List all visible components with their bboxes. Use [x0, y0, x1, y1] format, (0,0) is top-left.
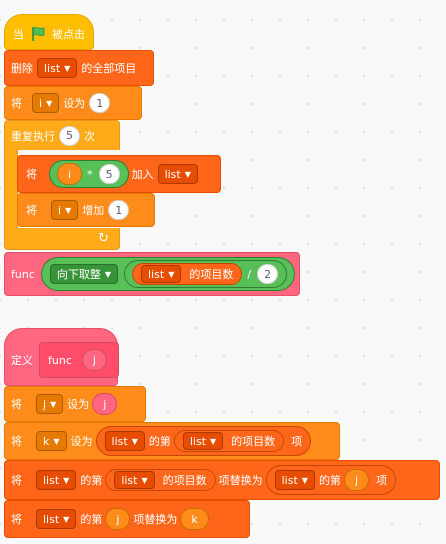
- variable-dropdown[interactable]: i ▼: [51, 200, 79, 220]
- chevron-down-icon: ▼: [104, 269, 112, 279]
- list-dropdown[interactable]: list ▼: [36, 470, 77, 490]
- add-to-label: 加入: [131, 168, 154, 181]
- list-dropdown[interactable]: list ▼: [141, 265, 182, 283]
- length-label: 的项目数: [162, 474, 207, 487]
- hat-when-label: 当: [13, 28, 24, 41]
- variable-reporter[interactable]: i: [57, 163, 83, 185]
- length-of-list-reporter[interactable]: list ▼ 的项目数: [173, 430, 285, 452]
- replace-prefix-label: 将: [11, 474, 22, 487]
- change-by-label: 增加: [82, 204, 105, 217]
- length-of-list-reporter[interactable]: list ▼ 的项目数: [132, 263, 243, 285]
- multiply-operator[interactable]: i * 5: [49, 160, 129, 188]
- floor-operator[interactable]: 向下取整 ▼ list ▼ 的项目数 / 2: [40, 257, 296, 291]
- loop-arrow-icon: ↻: [98, 231, 109, 246]
- repeat-bottom: ↻: [4, 228, 120, 250]
- set-to-label: 设为: [63, 97, 86, 110]
- variable-dropdown[interactable]: j ▼: [36, 394, 64, 414]
- set-j-block[interactable]: 将 j ▼ 设为 j: [4, 386, 146, 422]
- replace-with-label: 项替换为: [218, 474, 263, 487]
- variable-k-reporter[interactable]: k: [180, 508, 209, 530]
- change-i-block[interactable]: 将 i ▼ 增加 1: [17, 193, 155, 227]
- math-function-dropdown[interactable]: 向下取整 ▼: [49, 264, 119, 284]
- set-prefix-label: 将: [11, 97, 22, 110]
- multiplier-input[interactable]: 5: [98, 164, 120, 184]
- item-label: 项: [376, 474, 387, 487]
- list-dropdown[interactable]: list ▼: [114, 471, 155, 489]
- item-of-list-reporter[interactable]: list ▼ 的第 j 项: [265, 465, 396, 495]
- chevron-down-icon: ▼: [184, 169, 191, 179]
- variable-dropdown[interactable]: i ▼: [32, 93, 60, 113]
- variable-dropdown[interactable]: k ▼: [36, 431, 67, 451]
- prototype-name: func: [48, 353, 72, 367]
- when-flag-clicked-hat[interactable]: 当 被点击: [4, 14, 94, 50]
- item-of-label: 的第: [80, 513, 103, 526]
- chevron-down-icon: ▼: [168, 269, 175, 279]
- divide-sign: /: [247, 267, 252, 281]
- change-value-input[interactable]: 1: [108, 200, 130, 220]
- repeat-label: 重复执行: [11, 129, 55, 143]
- chevron-down-icon: ▼: [63, 514, 70, 524]
- green-flag-icon: [32, 26, 45, 41]
- define-func-hat[interactable]: 定义 func j: [4, 328, 119, 386]
- item-of-label: 的第: [148, 435, 171, 448]
- chevron-down-icon: ▼: [141, 475, 148, 485]
- chevron-down-icon: ▼: [63, 475, 70, 485]
- replace-with-label: 项替换为: [133, 513, 178, 526]
- list-dropdown[interactable]: list ▼: [274, 470, 315, 490]
- list-dropdown[interactable]: list ▼: [104, 431, 145, 451]
- func-name-label: func: [11, 267, 35, 281]
- set-k-block[interactable]: 将 k ▼ 设为 list ▼ 的第 list ▼ 的项目数 项: [4, 422, 340, 460]
- list-dropdown[interactable]: list ▼: [37, 58, 78, 78]
- chevron-down-icon: ▼: [53, 436, 60, 446]
- list-dropdown[interactable]: list ▼: [36, 509, 77, 529]
- param-j-reporter[interactable]: j: [81, 349, 107, 371]
- call-func-block[interactable]: func 向下取整 ▼ list ▼ 的项目数 / 2: [4, 252, 300, 296]
- list-dropdown[interactable]: list ▼: [157, 164, 198, 184]
- func-prototype[interactable]: func j: [39, 342, 119, 378]
- item-of-label: 的第: [318, 474, 341, 487]
- replace-item-block-1[interactable]: 将 list ▼ 的第 list ▼ 的项目数 项替换为 list ▼ 的第 j 项: [4, 460, 440, 500]
- repeat-arm: [4, 149, 18, 229]
- change-prefix-label: 将: [26, 204, 37, 217]
- add-item-to-list-block[interactable]: 将 i * 5 加入 list ▼: [17, 155, 221, 193]
- chevron-down-icon: ▼: [131, 436, 138, 446]
- set-to-label: 设为: [67, 398, 90, 411]
- hat-clicked-label: 被点击: [52, 28, 85, 41]
- chevron-down-icon: ▼: [65, 205, 72, 215]
- define-label: 定义: [11, 354, 33, 367]
- times-label: 次: [84, 129, 95, 143]
- chevron-down-icon: ▼: [46, 98, 53, 108]
- repeat-count-input[interactable]: 5: [59, 125, 80, 146]
- delete-all-of-list-block[interactable]: 删除 list ▼ 的全部项目: [4, 50, 154, 86]
- multiply-sign: *: [87, 167, 93, 181]
- set-prefix-label: 将: [11, 398, 22, 411]
- chevron-down-icon: ▼: [210, 436, 217, 446]
- set-i-block[interactable]: 将 i ▼ 设为 1: [4, 86, 142, 120]
- value-input[interactable]: 1: [89, 93, 111, 113]
- param-j-reporter[interactable]: j: [343, 469, 369, 491]
- item-of-list-reporter[interactable]: list ▼ 的第 list ▼ 的项目数 项: [95, 426, 312, 456]
- repeat-block[interactable]: 重复执行 5 次: [4, 120, 120, 150]
- item-label: 项: [291, 435, 303, 448]
- chevron-down-icon: ▼: [301, 475, 308, 485]
- divisor-input[interactable]: 2: [257, 264, 279, 284]
- add-prefix-label: 将: [26, 168, 37, 181]
- set-to-label: 设为: [70, 435, 93, 448]
- delete-label: 删除: [11, 62, 33, 75]
- length-of-list-reporter[interactable]: list ▼ 的项目数: [105, 469, 216, 491]
- divide-operator[interactable]: list ▼ 的项目数 / 2: [124, 260, 288, 288]
- item-of-label: 的第: [80, 474, 103, 487]
- chevron-down-icon: ▼: [64, 63, 71, 73]
- all-items-label: 的全部项目: [81, 62, 137, 75]
- length-label: 的项目数: [189, 268, 234, 281]
- set-prefix-label: 将: [11, 435, 22, 448]
- chevron-down-icon: ▼: [50, 399, 57, 409]
- replace-item-block-2[interactable]: 将 list ▼ 的第 j 项替换为 k: [4, 500, 250, 538]
- list-dropdown[interactable]: list ▼: [182, 432, 224, 450]
- param-j-reporter[interactable]: j: [92, 393, 118, 415]
- param-j-reporter[interactable]: j: [105, 508, 131, 530]
- replace-prefix-label: 将: [11, 513, 22, 526]
- length-label: 的项目数: [231, 435, 276, 448]
